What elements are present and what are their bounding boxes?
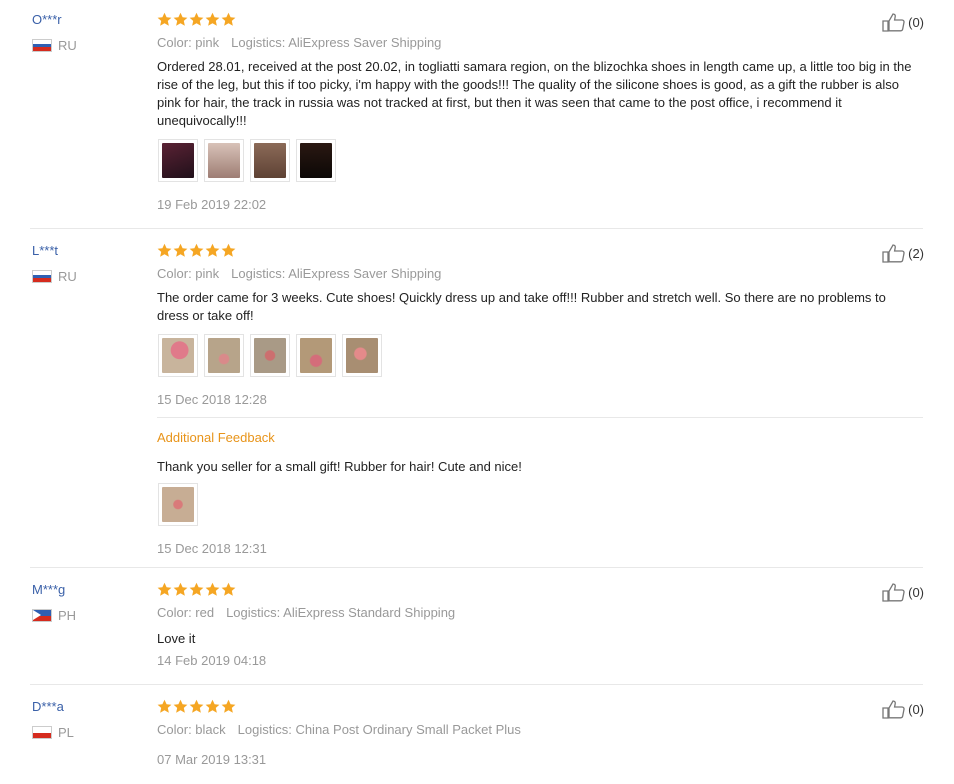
star-icon	[173, 582, 188, 596]
review-photo-thumbnail[interactable]	[250, 139, 290, 182]
review-text: The order came for 3 weeks. Cute shoes! …	[157, 290, 886, 323]
star-icon	[221, 243, 236, 257]
review-photo-thumbnail[interactable]	[342, 334, 382, 377]
additional-feedback-text: Thank you seller for a small gift! Rubbe…	[157, 459, 522, 474]
thumbs-up-icon	[882, 700, 905, 719]
star-icon	[157, 243, 172, 257]
star-icon	[157, 12, 172, 26]
star-icon	[205, 243, 220, 257]
country-code: PH	[58, 608, 77, 623]
logistics-info: Logistics: China Post Ordinary Small Pac…	[237, 722, 521, 737]
flag-pl-icon	[32, 726, 52, 739]
thumbs-up-icon	[882, 13, 905, 32]
star-icon	[221, 12, 236, 26]
additional-feedback-date: 15 Dec 2018 12:31	[157, 541, 267, 556]
additional-divider	[157, 417, 923, 418]
reviewer-country: PL	[32, 725, 74, 740]
star-icon	[221, 582, 236, 596]
star-icon	[173, 699, 188, 713]
helpful-button[interactable]: (0)	[882, 582, 924, 602]
reviewer-country: RU	[32, 269, 77, 284]
product-color: Color: pink	[157, 266, 220, 281]
star-icon	[173, 243, 188, 257]
flag-ph-icon	[32, 609, 52, 622]
star-icon	[205, 699, 220, 713]
helpful-button[interactable]: (2)	[882, 243, 924, 263]
review-date: 14 Feb 2019 04:18	[157, 653, 267, 668]
helpful-count: (0)	[908, 584, 924, 600]
rating-stars	[157, 243, 236, 258]
reviewer-name[interactable]: O***r	[32, 12, 62, 27]
review-meta: Color: pink Logistics: AliExpress Saver S…	[157, 35, 441, 50]
additional-photos	[158, 483, 198, 526]
rating-stars	[157, 582, 236, 597]
star-icon	[189, 12, 204, 26]
reviewer-name[interactable]: L***t	[32, 243, 58, 258]
helpful-button[interactable]: (0)	[882, 699, 924, 719]
review-photo-thumbnail[interactable]	[204, 334, 244, 377]
star-icon	[189, 243, 204, 257]
review-photo-thumbnail[interactable]	[296, 334, 336, 377]
product-color: Color: pink	[157, 35, 220, 50]
review-date: 19 Feb 2019 22:02	[157, 197, 267, 212]
review-date: 15 Dec 2018 12:28	[157, 392, 267, 407]
helpful-button[interactable]: (0)	[882, 12, 924, 32]
star-icon	[205, 12, 220, 26]
star-icon	[189, 582, 204, 596]
reviewer-country: RU	[32, 38, 77, 53]
flag-ru-icon	[32, 39, 52, 52]
rating-stars	[157, 699, 236, 714]
review-photo-thumbnail[interactable]	[158, 483, 198, 526]
review-divider	[30, 567, 923, 568]
star-icon	[173, 12, 188, 26]
logistics-info: Logistics: AliExpress Saver Shipping	[231, 35, 442, 50]
review-photo-thumbnail[interactable]	[158, 139, 198, 182]
star-icon	[189, 699, 204, 713]
country-code: PL	[58, 725, 74, 740]
product-color: Color: black	[157, 722, 226, 737]
review-meta: Color: black Logistics: China Post Ordina…	[157, 722, 521, 737]
reviewer-country: PH	[32, 608, 76, 623]
flag-ru-icon	[32, 270, 52, 283]
review-date: 07 Mar 2019 13:31	[157, 752, 267, 767]
thumbs-up-icon	[882, 583, 905, 602]
helpful-count: (0)	[908, 14, 924, 30]
additional-feedback-label: Additional Feedback	[157, 430, 275, 445]
reviewer-name[interactable]: M***g	[32, 582, 65, 597]
review-photo-thumbnail[interactable]	[204, 139, 244, 182]
review-photo-thumbnail[interactable]	[250, 334, 290, 377]
review-text: Ordered 28.01, received at the post 20.0…	[157, 59, 912, 128]
star-icon	[221, 699, 236, 713]
review-photo-thumbnail[interactable]	[158, 334, 198, 377]
logistics-info: Logistics: AliExpress Saver Shipping	[231, 266, 442, 281]
review-photo-thumbnail[interactable]	[296, 139, 336, 182]
review-divider	[30, 684, 923, 685]
rating-stars	[157, 12, 236, 27]
review-text: Love it	[157, 631, 196, 646]
helpful-count: (0)	[908, 701, 924, 717]
country-code: RU	[58, 38, 77, 53]
star-icon	[205, 582, 220, 596]
thumbs-up-icon	[882, 244, 905, 263]
star-icon	[157, 699, 172, 713]
review-meta: Color: pink Logistics: AliExpress Saver S…	[157, 266, 441, 281]
star-icon	[157, 582, 172, 596]
review-photos	[158, 334, 382, 377]
review-photos	[158, 139, 336, 182]
logistics-info: Logistics: AliExpress Standard Shipping	[226, 605, 456, 620]
product-color: Color: red	[157, 605, 215, 620]
review-meta: Color: red Logistics: AliExpress Standard…	[157, 605, 455, 620]
helpful-count: (2)	[908, 245, 924, 261]
reviewer-name[interactable]: D***a	[32, 699, 64, 714]
review-divider	[30, 228, 923, 229]
country-code: RU	[58, 269, 77, 284]
